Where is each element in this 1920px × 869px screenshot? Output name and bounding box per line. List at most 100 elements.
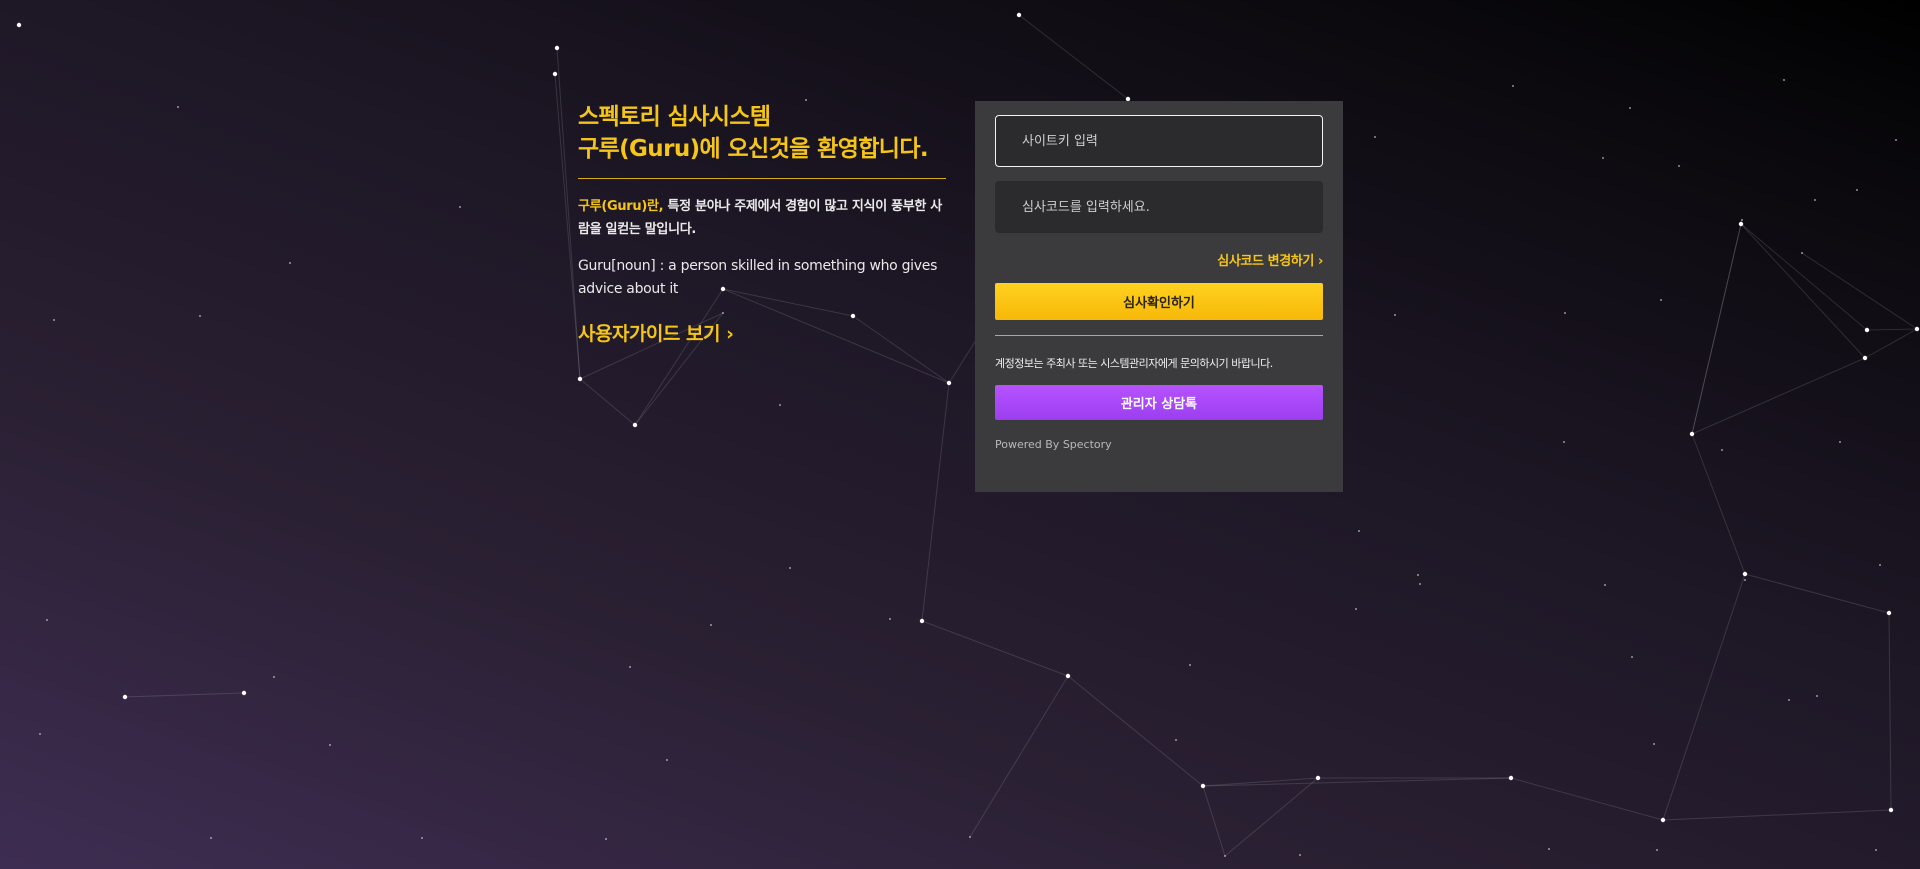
sitekey-input[interactable] — [995, 115, 1323, 167]
star-dot — [919, 618, 925, 624]
star-dot — [1689, 431, 1695, 437]
star-dot — [1742, 571, 1748, 577]
constellation-line — [921, 382, 950, 622]
constellation-line — [1202, 777, 1512, 787]
star-dot — [1875, 849, 1877, 851]
guru-description-highlight: 구루(Guru)란, — [578, 199, 664, 214]
star-dot — [1864, 327, 1870, 333]
star-dot — [1564, 312, 1566, 314]
star-dot — [889, 618, 891, 620]
star-dot — [1419, 583, 1421, 585]
star-dot — [39, 733, 41, 735]
constellation-line — [556, 47, 581, 380]
constellation-line — [1864, 328, 1918, 359]
star-dot — [1856, 189, 1858, 191]
star-dot — [1512, 85, 1514, 87]
star-dot — [946, 380, 952, 386]
star-dot — [1394, 314, 1396, 316]
constellation-line — [1224, 777, 1319, 857]
star-dot — [329, 744, 331, 746]
panel-divider — [995, 335, 1323, 336]
star-dot — [1744, 579, 1746, 581]
star-dot — [1879, 564, 1881, 566]
star-dot — [1678, 165, 1680, 167]
account-notice: 계정정보는 주최사 또는 시스템관리자에게 문의하시기 바랍니다. — [995, 357, 1273, 370]
star-dot — [289, 262, 291, 264]
constellation-background — [16, 12, 1920, 857]
constellation-line — [1740, 223, 1866, 359]
constellation-line — [124, 692, 245, 698]
star-dot — [552, 71, 558, 77]
review-code-input[interactable] — [995, 181, 1323, 233]
star-dot — [1886, 610, 1892, 616]
star-dot — [1358, 530, 1360, 532]
star-dot — [1548, 848, 1550, 850]
star-dot — [969, 836, 971, 838]
constellation-line — [1866, 328, 1918, 331]
intro-section: 스펙토리 심사시스템 구루(Guru)에 오신것을 환영합니다. 구루(Guru… — [578, 101, 946, 346]
welcome-title-line2: 구루(Guru)에 오신것을 환영합니다. — [578, 136, 929, 162]
star-dot — [1721, 449, 1723, 451]
star-dot — [1374, 136, 1376, 138]
star-dot — [1895, 139, 1897, 141]
star-dot — [666, 759, 668, 761]
user-guide-link[interactable]: 사용자가이드 보기 › — [578, 319, 734, 346]
star-dot — [554, 45, 560, 51]
welcome-title-line1: 스펙토리 심사시스템 — [578, 104, 771, 130]
login-panel: 심사코드 변경하기 › 심사확인하기 계정정보는 주최사 또는 시스템관리자에게… — [975, 101, 1343, 492]
star-dot — [1788, 699, 1790, 701]
star-dot — [1016, 12, 1022, 18]
constellation-line — [1510, 777, 1664, 821]
star-dot — [1656, 849, 1658, 851]
star-dot — [122, 694, 128, 700]
star-dot — [177, 106, 179, 108]
constellation-line — [1744, 573, 1890, 614]
star-dot — [421, 837, 423, 839]
star-dot — [1224, 855, 1226, 857]
constellation-line — [1888, 612, 1892, 811]
star-dot — [459, 206, 461, 208]
star-dot — [1629, 107, 1631, 109]
star-dot — [605, 838, 607, 840]
constellation-line — [1018, 14, 1129, 100]
constellation-line — [1202, 785, 1226, 857]
constellation-line — [579, 378, 636, 426]
confirm-review-button[interactable]: 심사확인하기 — [995, 283, 1323, 320]
star-dot — [1355, 608, 1357, 610]
constellation-line — [1801, 252, 1918, 330]
star-dot — [632, 422, 638, 428]
change-review-code-link[interactable]: 심사코드 변경하기 › — [995, 250, 1323, 269]
star-dot — [1631, 656, 1633, 658]
star-dot — [1783, 79, 1785, 81]
star-dot — [199, 315, 201, 317]
star-dot — [241, 690, 247, 696]
constellation-line — [921, 620, 1069, 677]
constellation-line — [1067, 675, 1204, 787]
admin-chat-button[interactable]: 관리자 상담톡 — [995, 385, 1323, 420]
star-dot — [779, 404, 781, 406]
constellation-line — [1662, 809, 1892, 821]
star-dot — [273, 676, 275, 678]
star-dot — [1839, 441, 1841, 443]
star-dot — [1508, 775, 1514, 781]
star-dot — [53, 319, 55, 321]
star-dot — [1175, 739, 1177, 741]
star-dot — [1814, 199, 1816, 201]
star-dot — [1604, 584, 1606, 586]
star-dot — [1660, 817, 1666, 823]
star-dot — [629, 666, 631, 668]
star-dot — [1660, 299, 1662, 301]
constellation-line — [1691, 219, 1743, 435]
constellation-line — [1691, 357, 1866, 435]
star-dot — [1065, 673, 1071, 679]
star-dot — [1315, 775, 1321, 781]
star-dot — [1816, 695, 1818, 697]
star-dot — [1417, 574, 1419, 576]
welcome-title: 스펙토리 심사시스템 구루(Guru)에 오신것을 환영합니다. — [578, 101, 946, 165]
powered-by-label: Powered By Spectory — [995, 438, 1112, 451]
star-dot — [789, 567, 791, 569]
star-dot — [1862, 355, 1868, 361]
star-dot — [1563, 441, 1565, 443]
star-dot — [1741, 219, 1743, 221]
constellation-line — [1691, 433, 1746, 575]
